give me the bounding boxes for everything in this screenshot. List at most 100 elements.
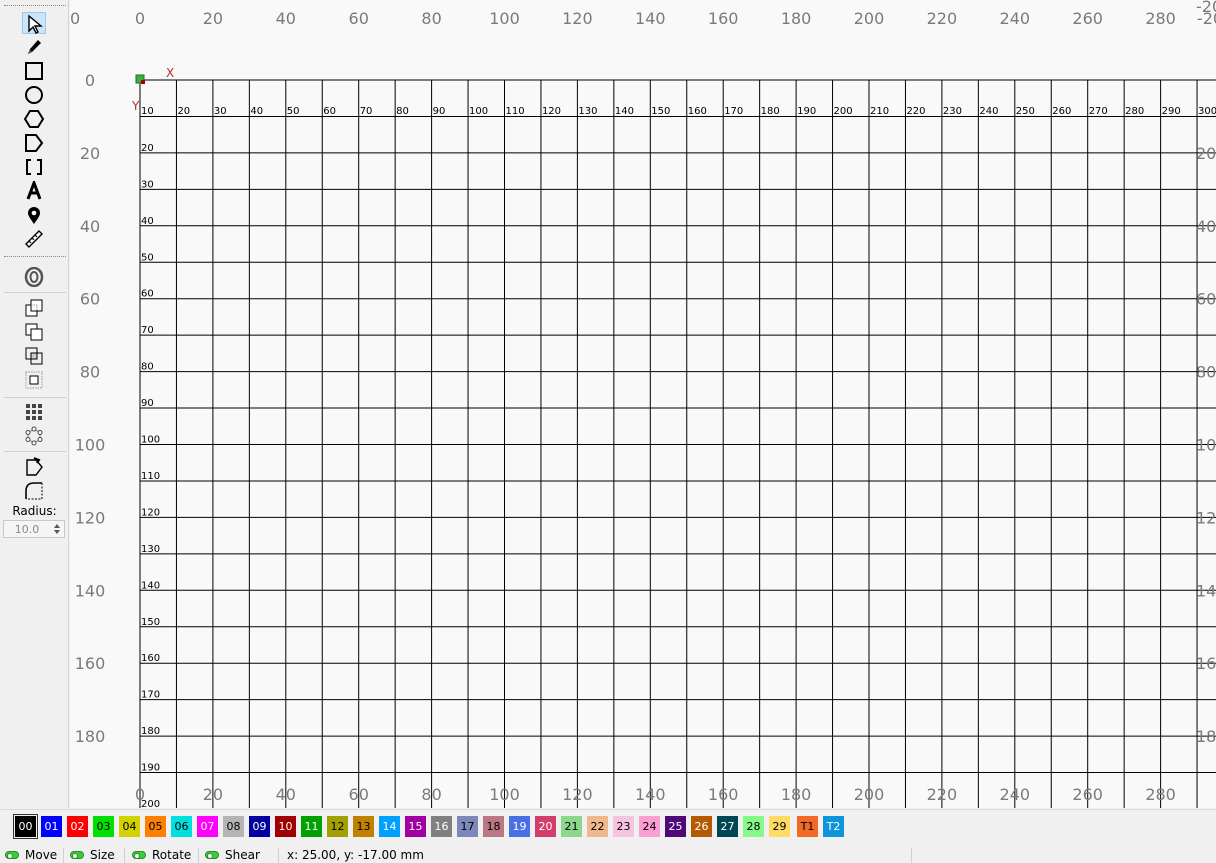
- workspace-svg: -200204060801001201401601802002202402602…: [70, 0, 1216, 808]
- status-divider: [124, 848, 125, 863]
- grid-top-label: 260: [1052, 106, 1071, 117]
- grid-left-label: 80: [141, 362, 154, 373]
- ruler-bottom-label: 160: [708, 785, 739, 804]
- pencil-tool-button[interactable]: [22, 36, 46, 58]
- ruler-right-label: 120: [1196, 508, 1216, 527]
- color-swatch-11[interactable]: 11: [301, 816, 322, 837]
- rectangle-tool-button[interactable]: [22, 60, 46, 82]
- ruler-bottom-label: 40: [276, 785, 296, 804]
- color-swatch-t2[interactable]: T2: [823, 816, 844, 837]
- color-swatch-18[interactable]: 18: [483, 816, 504, 837]
- color-swatch-28[interactable]: 28: [743, 816, 764, 837]
- polygon-tool-button[interactable]: [22, 108, 46, 130]
- color-swatch-21[interactable]: 21: [561, 816, 582, 837]
- design-canvas[interactable]: -200204060801001201401601802002202402602…: [70, 0, 1216, 808]
- corner-round-icon: [25, 482, 43, 500]
- measure-tool-button[interactable]: [22, 228, 46, 250]
- ruler-bottom-label: 60: [349, 785, 369, 804]
- pencil-icon: [28, 40, 41, 54]
- color-swatch-08[interactable]: 08: [223, 816, 244, 837]
- color-swatch-10[interactable]: 10: [275, 816, 296, 837]
- spin-arrows-icon[interactable]: [51, 522, 63, 536]
- node-edit-button[interactable]: [22, 456, 46, 478]
- ruler-bottom-label: 80: [421, 785, 441, 804]
- corner-round-button[interactable]: [22, 480, 46, 502]
- polygon-icon: [24, 110, 44, 128]
- color-swatch-t1[interactable]: T1: [797, 816, 818, 837]
- grid-top-label: 240: [979, 106, 998, 117]
- color-swatch-03[interactable]: 03: [93, 816, 114, 837]
- radius-spinbox[interactable]: [3, 520, 65, 538]
- grid-array-button[interactable]: [22, 401, 46, 423]
- grid-left-label: 160: [141, 653, 160, 664]
- color-swatch-26[interactable]: 26: [691, 816, 712, 837]
- grid-left-label: 90: [141, 398, 154, 409]
- ellipse-tool-button[interactable]: [22, 84, 46, 106]
- grid-top-label: 280: [1125, 106, 1144, 117]
- color-swatch-17[interactable]: 17: [457, 816, 478, 837]
- boolean-subtract-icon: [25, 323, 43, 341]
- boolean-union-button[interactable]: [22, 297, 46, 319]
- color-swatch-00[interactable]: 00: [13, 814, 38, 839]
- boolean-subtract-button[interactable]: [22, 321, 46, 343]
- grid-top-label: 190: [797, 106, 816, 117]
- grid-top-label: 210: [870, 106, 889, 117]
- select-tool-button[interactable]: [22, 12, 46, 34]
- grid-left-label: 20: [141, 143, 154, 154]
- ruler-left-label: 140: [75, 581, 106, 600]
- ruler-top-label: 260: [1072, 9, 1103, 28]
- ruler-top-label: 120: [562, 9, 593, 28]
- circular-array-button[interactable]: [22, 425, 46, 447]
- color-swatch-16[interactable]: 16: [431, 816, 452, 837]
- ruler-left-label: 180: [75, 727, 106, 746]
- tab-shape-tool-button[interactable]: [22, 132, 46, 154]
- color-swatch-06[interactable]: 06: [171, 816, 192, 837]
- rectangle-icon: [25, 62, 43, 80]
- position-tool-button[interactable]: [22, 204, 46, 226]
- frame-brackets-icon: [26, 159, 42, 175]
- grid-top-label: 20: [177, 106, 190, 117]
- grid-left-label: 150: [141, 617, 160, 628]
- boolean-exclude-button[interactable]: [22, 369, 46, 391]
- color-swatch-07[interactable]: 07: [197, 816, 218, 837]
- toggle-switch-icon: [132, 851, 146, 859]
- color-swatch-25[interactable]: 25: [665, 816, 686, 837]
- color-swatch-01[interactable]: 01: [41, 816, 62, 837]
- grid-top-label: 300: [1198, 106, 1216, 117]
- color-swatch-15[interactable]: 15: [405, 816, 426, 837]
- color-swatch-02[interactable]: 02: [67, 816, 88, 837]
- toggle-switch-icon: [70, 851, 84, 859]
- color-swatch-05[interactable]: 05: [145, 816, 166, 837]
- grid-top-label: 160: [688, 106, 707, 117]
- boolean-intersect-button[interactable]: [22, 345, 46, 367]
- text-tool-button[interactable]: [22, 180, 46, 202]
- ruler-right-label: 160: [1196, 654, 1216, 673]
- ruler-right-label: 100: [1196, 436, 1216, 455]
- color-swatch-24[interactable]: 24: [639, 816, 660, 837]
- color-swatch-27[interactable]: 27: [717, 816, 738, 837]
- color-swatch-04[interactable]: 04: [119, 816, 140, 837]
- color-swatch-09[interactable]: 09: [249, 816, 270, 837]
- color-swatch-29[interactable]: 29: [769, 816, 790, 837]
- radius-input[interactable]: [4, 521, 50, 537]
- offset-tool-button[interactable]: [22, 266, 46, 288]
- toolbar-separator: [4, 256, 66, 257]
- color-swatch-22[interactable]: 22: [587, 816, 608, 837]
- offset-ring-icon: [24, 267, 44, 287]
- ruler-top-label: 180: [781, 9, 812, 28]
- ruler-bottom-label: 120: [562, 785, 593, 804]
- frame-tool-button[interactable]: [22, 156, 46, 178]
- color-swatch-13[interactable]: 13: [353, 816, 374, 837]
- ruler-right-label: -20: [1196, 0, 1216, 16]
- grid-left-label: 190: [141, 763, 160, 774]
- color-swatch-19[interactable]: 19: [509, 816, 530, 837]
- color-swatch-12[interactable]: 12: [327, 816, 348, 837]
- ruler-bottom-label: 140: [635, 785, 666, 804]
- color-swatch-14[interactable]: 14: [379, 816, 400, 837]
- boolean-exclude-icon: [25, 371, 43, 389]
- ruler-right-label: 40: [1196, 217, 1216, 236]
- color-swatch-23[interactable]: 23: [613, 816, 634, 837]
- ruler-top-label: 220: [927, 9, 958, 28]
- grid-top-label: 10: [141, 106, 154, 117]
- color-swatch-20[interactable]: 20: [535, 816, 556, 837]
